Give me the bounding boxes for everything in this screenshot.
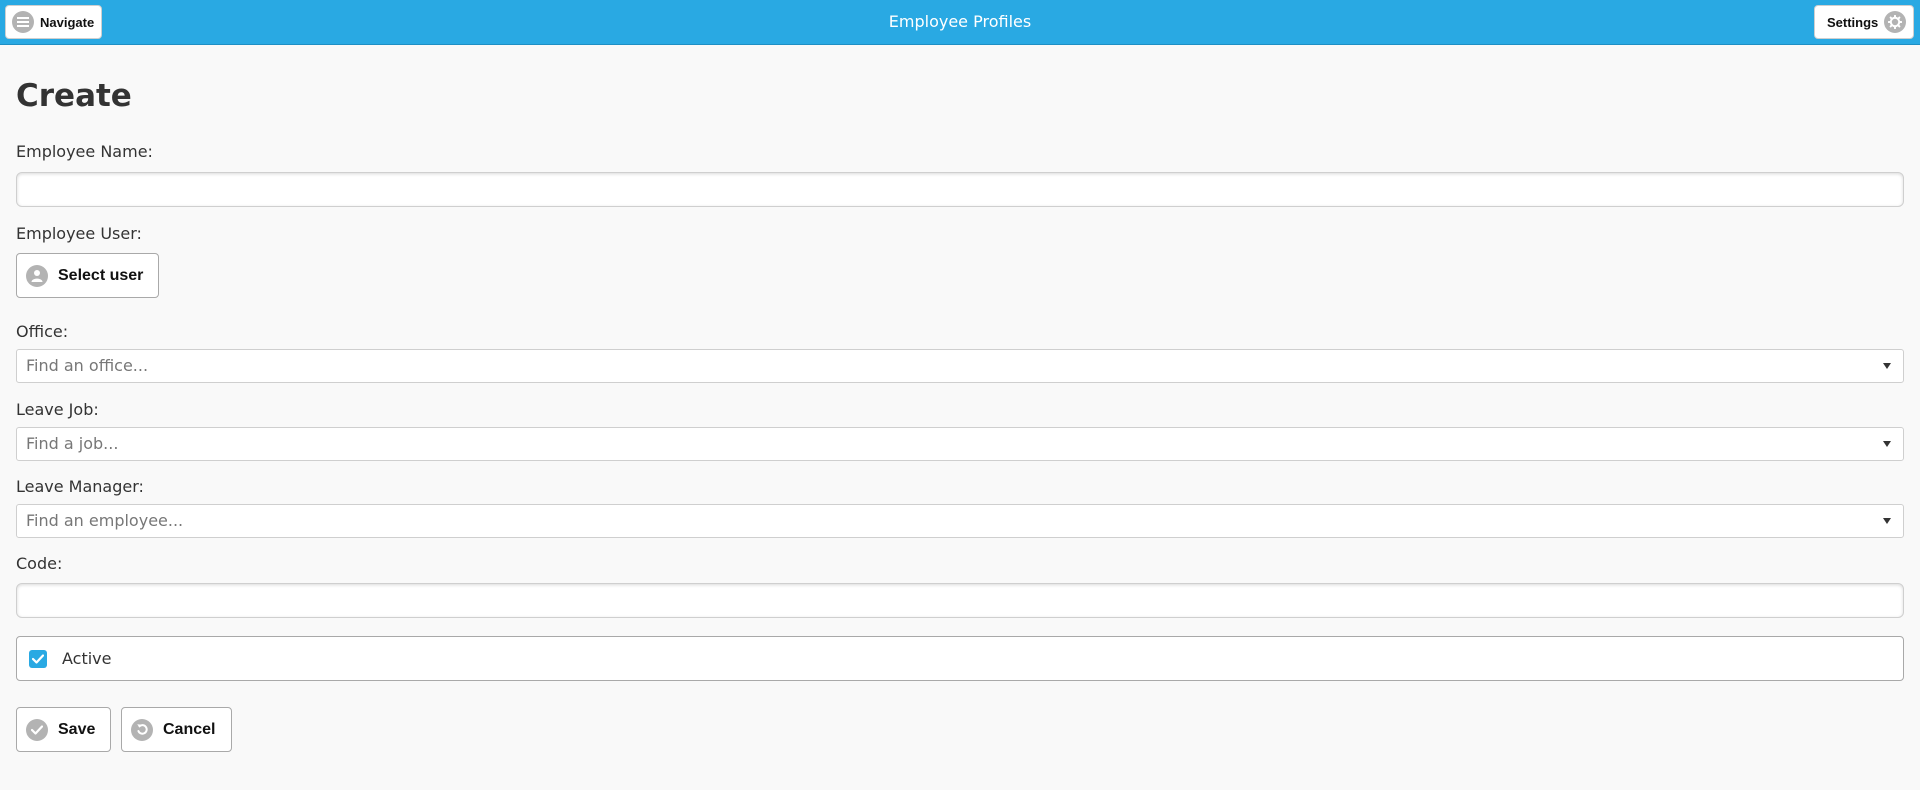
undo-icon (131, 718, 153, 741)
app-title: Employee Profiles (888, 12, 1032, 31)
checkmark-icon (26, 718, 48, 741)
leave-manager-label: Leave Manager: (16, 477, 144, 496)
active-checkbox-row[interactable]: Active (16, 636, 1904, 681)
cancel-button[interactable]: Cancel (121, 707, 232, 752)
active-label: Active (62, 649, 112, 668)
page-title: Create (16, 78, 132, 114)
leave-job-placeholder: Find a job... (26, 434, 119, 453)
office-select[interactable]: Find an office... (16, 349, 1904, 383)
settings-label: Settings (1827, 14, 1879, 30)
code-input[interactable] (16, 583, 1904, 618)
save-button[interactable]: Save (16, 707, 111, 752)
save-label: Save (58, 720, 96, 738)
employee-user-label: Employee User: (16, 224, 142, 243)
code-label: Code: (16, 554, 63, 573)
leave-job-select[interactable]: Find a job... (16, 427, 1904, 461)
leave-manager-select[interactable]: Find an employee... (16, 504, 1904, 538)
chevron-down-icon (1883, 518, 1891, 524)
leave-manager-placeholder: Find an employee... (26, 511, 184, 530)
active-checkbox[interactable] (29, 649, 47, 668)
chevron-down-icon (1883, 441, 1891, 447)
select-user-button[interactable]: Select user (16, 253, 159, 298)
office-label: Office: (16, 322, 69, 341)
chevron-down-icon (1883, 363, 1891, 369)
settings-button[interactable]: Settings (1814, 5, 1914, 39)
gear-icon (1884, 11, 1907, 33)
check-icon (32, 653, 44, 664)
select-user-label: Select user (58, 266, 144, 284)
cancel-label: Cancel (163, 720, 216, 738)
office-placeholder: Find an office... (26, 356, 149, 375)
employee-name-label: Employee Name: (16, 142, 153, 161)
employee-name-input[interactable] (16, 172, 1904, 207)
top-bar: Navigate Employee Profiles Settings (0, 0, 1920, 45)
leave-job-label: Leave Job: (16, 400, 99, 419)
user-icon (26, 264, 48, 287)
